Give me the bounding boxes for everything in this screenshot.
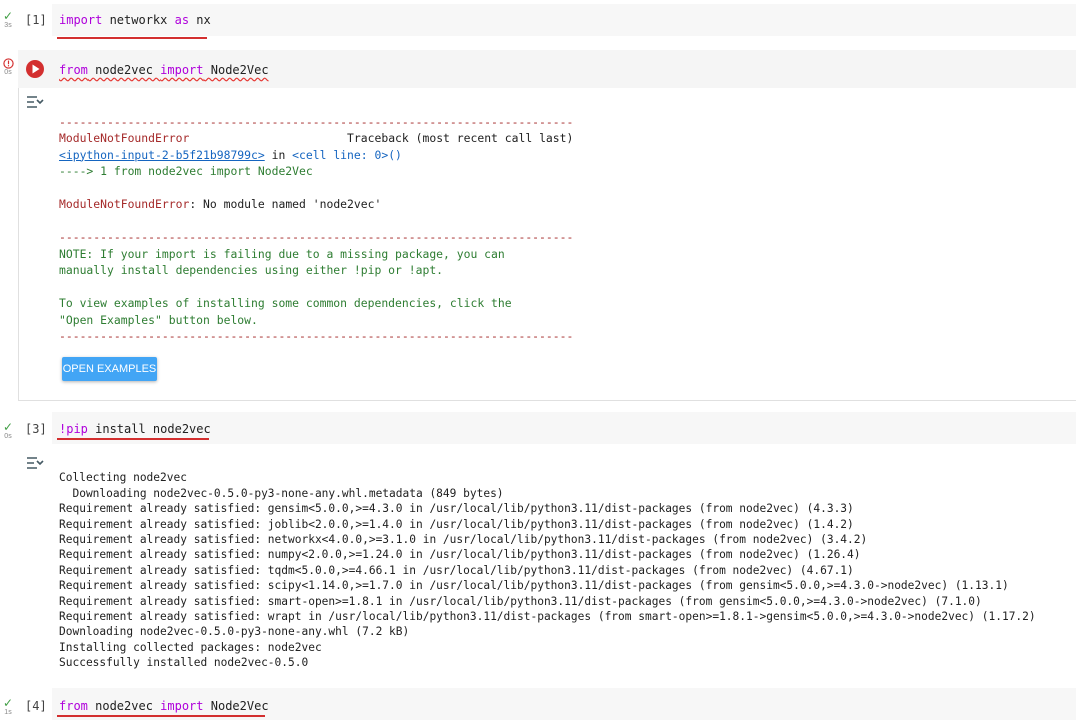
traceback-label: Traceback (most recent call last) bbox=[347, 131, 574, 145]
traceback-in: in bbox=[264, 147, 293, 162]
separator: ----------------------------------------… bbox=[59, 329, 574, 343]
keyword: as bbox=[174, 13, 190, 27]
cell-line-label: <cell line: 0> bbox=[292, 147, 389, 162]
cell-status-success: ✓ 3s bbox=[1, 10, 15, 30]
separator: ----------------------------------------… bbox=[59, 230, 574, 244]
code-text: nx bbox=[189, 13, 211, 27]
cell-status-success: ✓ 0s bbox=[1, 421, 15, 441]
output-line: Requirement already satisfied: networkx<… bbox=[59, 533, 868, 547]
cell-status-success: ✓ 1s bbox=[1, 697, 15, 717]
code-text: node2vec bbox=[87, 699, 161, 713]
cell-prompt: [3] bbox=[25, 422, 47, 436]
output-line: Successfully installed node2vec-0.5.0 bbox=[59, 656, 309, 670]
check-icon: ✓ bbox=[2, 696, 14, 710]
execution-time: 0s bbox=[4, 433, 12, 440]
keyword: !pip bbox=[59, 422, 88, 436]
output-line: Downloading node2vec-0.5.0-py3-none-any.… bbox=[59, 625, 410, 639]
output-expand-icon[interactable] bbox=[26, 456, 44, 470]
note-line: NOTE: If your import is failing due to a… bbox=[59, 246, 505, 261]
output-expand-icon[interactable] bbox=[26, 95, 44, 109]
pip-output: Collecting node2vec Downloading node2vec… bbox=[59, 455, 1036, 671]
note-line: To view examples of installing some comm… bbox=[59, 296, 512, 310]
cell-status-error: 0s bbox=[1, 58, 15, 77]
output-line: Requirement already satisfied: joblib<2.… bbox=[59, 517, 854, 531]
separator: ----------------------------------------… bbox=[59, 114, 574, 129]
execution-time: 1s bbox=[4, 709, 12, 716]
call-parens: () bbox=[388, 147, 402, 162]
output-line: Downloading node2vec-0.5.0-py3-none-any.… bbox=[59, 486, 504, 500]
error-name: ModuleNotFoundError bbox=[59, 197, 190, 211]
note-line: "Open Examples" button below. bbox=[59, 312, 258, 327]
execution-time: 0s bbox=[4, 69, 12, 76]
code-text: install node2vec bbox=[87, 422, 211, 436]
error-output: ----------------------------------------… bbox=[59, 97, 573, 345]
traceback-link[interactable]: <ipython-input-2-b5f21b98799c> bbox=[59, 148, 265, 162]
code-text: Node2Vec bbox=[203, 63, 269, 77]
code-text: networkx bbox=[102, 13, 175, 27]
annotation-underline bbox=[57, 438, 209, 440]
code-line[interactable]: from node2vec import Node2Vec bbox=[59, 699, 269, 713]
error-message: : No module named 'node2vec' bbox=[189, 197, 382, 211]
code-line[interactable]: from node2vec import Node2Vec bbox=[59, 63, 269, 77]
check-icon: ✓ bbox=[2, 420, 14, 434]
keyword: import bbox=[160, 63, 204, 77]
error-circle-icon bbox=[2, 58, 14, 69]
output-line: Requirement already satisfied: scipy<1.1… bbox=[59, 579, 1009, 593]
code-text: node2vec bbox=[87, 63, 161, 77]
output-line: Requirement already satisfied: smart-ope… bbox=[59, 594, 982, 608]
output-line: Requirement already satisfied: wrapt in … bbox=[59, 610, 1036, 624]
output-line: Installing collected packages: node2vec bbox=[59, 640, 322, 654]
output-line: Collecting node2vec bbox=[59, 471, 187, 485]
keyword: from bbox=[59, 699, 88, 713]
code-text: Node2Vec bbox=[203, 699, 269, 713]
keyword: import bbox=[160, 699, 204, 713]
note-line: manually install dependencies using eith… bbox=[59, 263, 444, 277]
open-examples-button[interactable]: OPEN EXAMPLES bbox=[62, 357, 157, 381]
check-icon: ✓ bbox=[2, 9, 14, 23]
code-line[interactable]: !pip install node2vec bbox=[59, 422, 211, 436]
annotation-underline bbox=[57, 715, 265, 717]
output-line: Requirement already satisfied: gensim<5.… bbox=[59, 502, 854, 516]
keyword: from bbox=[59, 63, 88, 77]
cell-prompt: [4] bbox=[25, 699, 47, 713]
output-line: Requirement already satisfied: tqdm<5.0.… bbox=[59, 563, 854, 577]
play-circle-icon[interactable] bbox=[25, 59, 45, 79]
execution-time: 3s bbox=[4, 22, 12, 29]
output-line: Requirement already satisfied: numpy<2.0… bbox=[59, 548, 861, 562]
annotation-underline bbox=[57, 37, 207, 39]
cell-prompt: [1] bbox=[25, 13, 47, 27]
traceback-arrow-line: ----> 1 from node2vec import Node2Vec bbox=[59, 164, 313, 178]
error-name: ModuleNotFoundError bbox=[59, 131, 190, 145]
code-line[interactable]: import networkx as nx bbox=[59, 13, 211, 27]
keyword: import bbox=[59, 13, 103, 27]
